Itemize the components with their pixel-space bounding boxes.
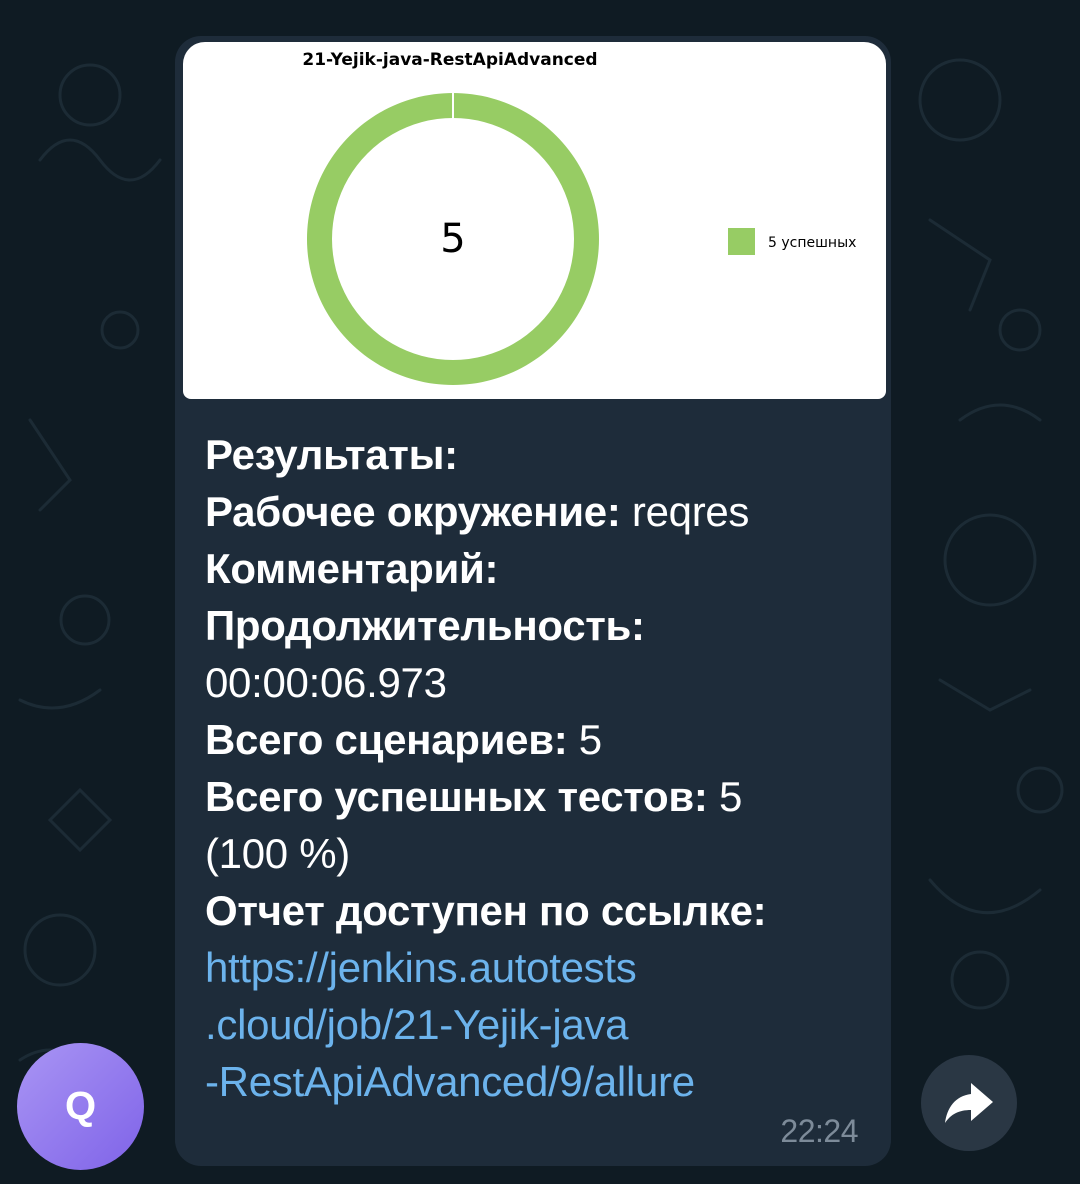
duration-label: Продолжительность: <box>205 602 645 649</box>
share-button[interactable] <box>921 1055 1017 1151</box>
report-label: Отчет доступен по ссылке: <box>205 887 767 934</box>
env-value: reqres <box>620 488 750 535</box>
legend-label: 5 успешных <box>768 235 856 251</box>
scenarios-value: 5 <box>567 716 602 763</box>
legend-swatch <box>728 228 755 255</box>
duration-value: 00:00:06.973 <box>205 659 447 706</box>
report-link-line-3[interactable]: -RestApiAdvanced/9/allure <box>205 1053 885 1110</box>
avatar[interactable]: Q <box>17 1043 144 1170</box>
env-label: Рабочее окружение: <box>205 488 621 535</box>
share-arrow-icon <box>945 1083 993 1123</box>
avatar-letter: Q <box>64 1084 97 1128</box>
scenarios-label: Всего сценариев: <box>205 716 568 763</box>
chart-title: 21-Yejik-java-RestApiAdvanced <box>302 50 597 70</box>
results-label: Результаты: <box>205 431 458 478</box>
passed-percent: (100 %) <box>205 830 350 877</box>
passed-value: 5 <box>707 773 743 820</box>
message-text: Результаты: Рабочее окружение: reqres Ко… <box>205 426 885 1110</box>
chart-image[interactable]: 21-Yejik-java-RestApiAdvanced 5 5 успешн… <box>183 42 886 399</box>
report-link-line-2[interactable]: .cloud/job/21-Yejik-java <box>205 996 885 1053</box>
message-time: 22:24 <box>780 1113 858 1149</box>
message-bubble[interactable]: 21-Yejik-java-RestApiAdvanced 5 5 успешн… <box>175 36 891 1166</box>
donut-chart: 21-Yejik-java-RestApiAdvanced 5 5 успешн… <box>302 50 856 385</box>
comment-label: Комментарий: <box>205 545 499 592</box>
report-link-line-1[interactable]: https://jenkins.autotests <box>205 939 885 996</box>
passed-label: Всего успешных тестов: <box>205 773 708 820</box>
chart-center-value: 5 <box>440 216 465 262</box>
